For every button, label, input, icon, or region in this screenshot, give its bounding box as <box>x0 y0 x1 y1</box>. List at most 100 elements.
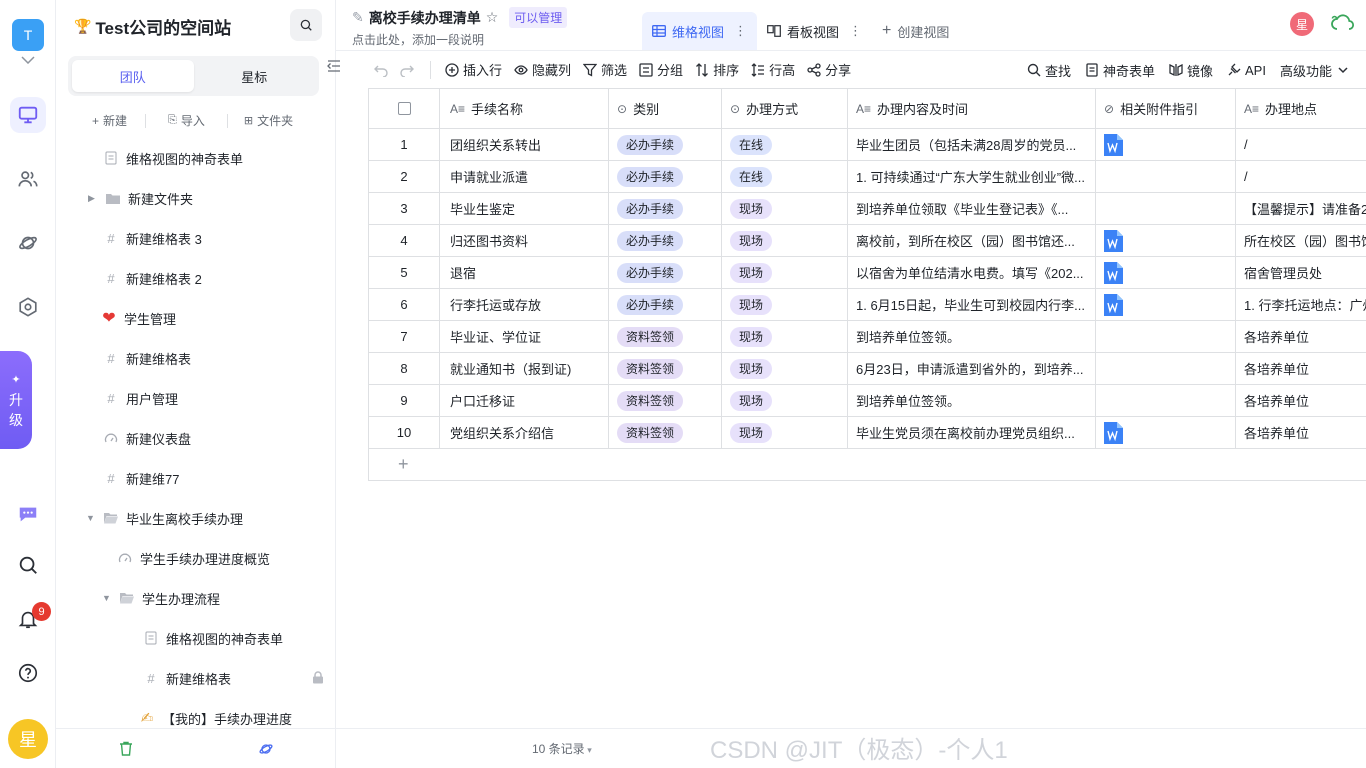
table-row[interactable]: 1 团组织关系转出 必办手续 在线 毕业生团员（包括未满28周岁的党员... / <box>369 129 1366 161</box>
word-document-icon[interactable] <box>1104 421 1123 444</box>
sidebar-item-sheet[interactable]: # 新建维格表 2 <box>104 260 201 296</box>
cell-content[interactable]: 到培养单位签领。 <box>848 321 1096 352</box>
workspace-avatar[interactable]: T <box>12 19 44 51</box>
cell-content[interactable]: 1. 可持续通过“广东大学生就业创业”微... <box>848 161 1096 192</box>
tab-grid-view[interactable]: 维格视图 ⋮ <box>642 12 758 50</box>
cell-name[interactable]: 行李托运或存放 <box>440 289 609 320</box>
cell-attachment[interactable] <box>1096 289 1236 320</box>
upgrade-button[interactable]: ✦ 升 级 <box>0 351 32 449</box>
users-icon[interactable] <box>10 161 46 197</box>
planet-icon[interactable] <box>10 225 46 261</box>
column-header[interactable]: A≡ 办理地点 <box>1236 89 1366 128</box>
cell-method[interactable]: 现场 <box>722 257 848 288</box>
sidebar-item-sheet[interactable]: # 新建维格表 <box>104 340 191 376</box>
cell-place[interactable]: 【温馨提示】请准备2 <box>1236 193 1366 224</box>
cell-name[interactable]: 团组织关系转出 <box>440 129 609 160</box>
table-row[interactable]: 3 毕业生鉴定 必办手续 现场 到培养单位领取《毕业生登记表》《... 【温馨提… <box>369 193 1366 225</box>
table-row[interactable]: 7 毕业证、学位证 资料签领 现场 到培养单位签领。 各培养单位 <box>369 321 1366 353</box>
sidebar-item-folder[interactable]: ▶ 新建文件夹 <box>88 180 193 216</box>
tab-starred[interactable]: 星标 <box>194 60 316 92</box>
cell-content[interactable]: 到培养单位领取《毕业生登记表》《... <box>848 193 1096 224</box>
sidebar-item-sheet[interactable]: # 新建维77 <box>104 460 179 496</box>
cell-method[interactable]: 在线 <box>722 129 848 160</box>
row-height-button[interactable]: 行高 <box>745 56 801 84</box>
cell-method[interactable]: 现场 <box>722 193 848 224</box>
cell-place[interactable]: 各培养单位 <box>1236 353 1366 384</box>
collaborator-avatar[interactable]: 星 <box>1290 12 1314 36</box>
word-document-icon[interactable] <box>1104 261 1123 284</box>
cell-category[interactable]: 资料签领 <box>609 385 722 416</box>
mirror-button[interactable]: 镜像 <box>1163 56 1219 84</box>
column-header[interactable]: ⊘ 相关附件指引 <box>1096 89 1236 128</box>
permission-badge[interactable]: 可以管理 <box>509 7 568 28</box>
sidebar-item-dashboard[interactable]: 新建仪表盘 <box>104 420 191 456</box>
cell-name[interactable]: 就业通知书（报到证) <box>440 353 609 384</box>
tab-kanban-view[interactable]: 看板视图 ⋮ <box>757 12 872 50</box>
cell-place[interactable]: / <box>1236 129 1366 160</box>
cell-name[interactable]: 毕业证、学位证 <box>440 321 609 352</box>
user-avatar[interactable]: 星 <box>8 719 48 759</box>
cell-category[interactable]: 必办手续 <box>609 161 722 192</box>
table-row[interactable]: 2 申请就业派遣 必办手续 在线 1. 可持续通过“广东大学生就业创业”微...… <box>369 161 1366 193</box>
advanced-features-button[interactable]: 高级功能 <box>1274 56 1356 84</box>
record-count[interactable]: 10 条记录 ▾ <box>532 740 592 757</box>
cell-attachment[interactable] <box>1096 257 1236 288</box>
redo-button[interactable] <box>392 56 422 84</box>
column-header[interactable]: ⊙ 类别 <box>609 89 722 128</box>
cell-content[interactable]: 1. 6月15日起，毕业生可到校园内行李... <box>848 289 1096 320</box>
space-title[interactable]: 🏆 Test公司的空间站 <box>74 14 231 39</box>
table-row[interactable]: 8 就业通知书（报到证) 资料签领 现场 6月23日，申请派遣到省外的，到培养.… <box>369 353 1366 385</box>
column-header[interactable]: A≡ 办理内容及时间 <box>848 89 1096 128</box>
cell-content[interactable]: 毕业生党员须在离校前办理党员组织... <box>848 417 1096 448</box>
word-document-icon[interactable] <box>1104 229 1123 252</box>
cell-category[interactable]: 资料签领 <box>609 321 722 352</box>
sidebar-search-button[interactable] <box>290 9 322 41</box>
cell-name[interactable]: 申请就业派遣 <box>440 161 609 192</box>
star-icon[interactable]: ☆ <box>486 9 499 26</box>
group-button[interactable]: 分组 <box>633 56 689 84</box>
caret-down-icon[interactable]: ▼ <box>86 513 96 523</box>
share-button[interactable]: 分享 <box>801 56 857 84</box>
column-header[interactable]: ⊙ 办理方式 <box>722 89 848 128</box>
table-row[interactable]: 6 行李托运或存放 必办手续 现场 1. 6月15日起，毕业生可到校园内行李..… <box>369 289 1366 321</box>
word-document-icon[interactable] <box>1104 293 1123 316</box>
hexagon-settings-icon[interactable] <box>10 289 46 325</box>
cell-attachment[interactable] <box>1096 161 1236 192</box>
undo-button[interactable] <box>370 56 392 84</box>
document-title-text[interactable]: 离校手续办理清单 <box>369 8 481 28</box>
cell-place[interactable]: 各培养单位 <box>1236 321 1366 352</box>
cell-name[interactable]: 退宿 <box>440 257 609 288</box>
sidebar-item-sheet[interactable]: # 新建维格表 3 <box>104 220 201 256</box>
cell-attachment[interactable] <box>1096 385 1236 416</box>
cell-method[interactable]: 现场 <box>722 225 848 256</box>
magic-form-button[interactable]: 神奇表单 <box>1079 56 1161 84</box>
cell-category[interactable]: 必办手续 <box>609 193 722 224</box>
caret-down-icon[interactable]: ▼ <box>102 593 112 603</box>
cell-category[interactable]: 必办手续 <box>609 289 722 320</box>
cell-attachment[interactable] <box>1096 225 1236 256</box>
cell-place[interactable]: 各培养单位 <box>1236 385 1366 416</box>
sidebar-item-form[interactable]: 维格视图的神奇表单 <box>104 140 243 176</box>
add-row-button[interactable]: + <box>369 449 1366 481</box>
help-icon[interactable] <box>10 655 46 691</box>
monitor-icon[interactable] <box>10 97 46 133</box>
cell-method[interactable]: 现场 <box>722 385 848 416</box>
more-vertical-icon[interactable]: ⋮ <box>734 23 747 39</box>
more-vertical-icon[interactable]: ⋮ <box>849 23 862 39</box>
cell-content[interactable]: 6月23日，申请派遣到省外的，到培养... <box>848 353 1096 384</box>
cell-method[interactable]: 现场 <box>722 353 848 384</box>
sidebar-item-folder-graduates[interactable]: ▼ 毕业生离校手续办理 <box>86 500 243 536</box>
table-row[interactable]: 10 党组织关系介绍信 资料签领 现场 毕业生党员须在离校前办理党员组织... … <box>369 417 1366 449</box>
sidebar-item-user-management[interactable]: # 用户管理 <box>104 380 178 416</box>
cell-content[interactable]: 到培养单位签领。 <box>848 385 1096 416</box>
document-description[interactable]: 点击此处，添加一段说明 <box>352 31 484 48</box>
sidebar-item-folder-process[interactable]: ▼ 学生办理流程 <box>102 580 220 616</box>
cell-category[interactable]: 资料签领 <box>609 417 722 448</box>
sort-button[interactable]: 排序 <box>689 56 745 84</box>
insert-row-button[interactable]: 插入行 <box>439 56 508 84</box>
tab-team[interactable]: 团队 <box>72 60 194 92</box>
cell-attachment[interactable] <box>1096 353 1236 384</box>
cell-place[interactable]: / <box>1236 161 1366 192</box>
sidebar-item-form[interactable]: 维格视图的神奇表单 <box>144 620 283 656</box>
new-node-button[interactable]: + 新建 <box>68 112 145 129</box>
